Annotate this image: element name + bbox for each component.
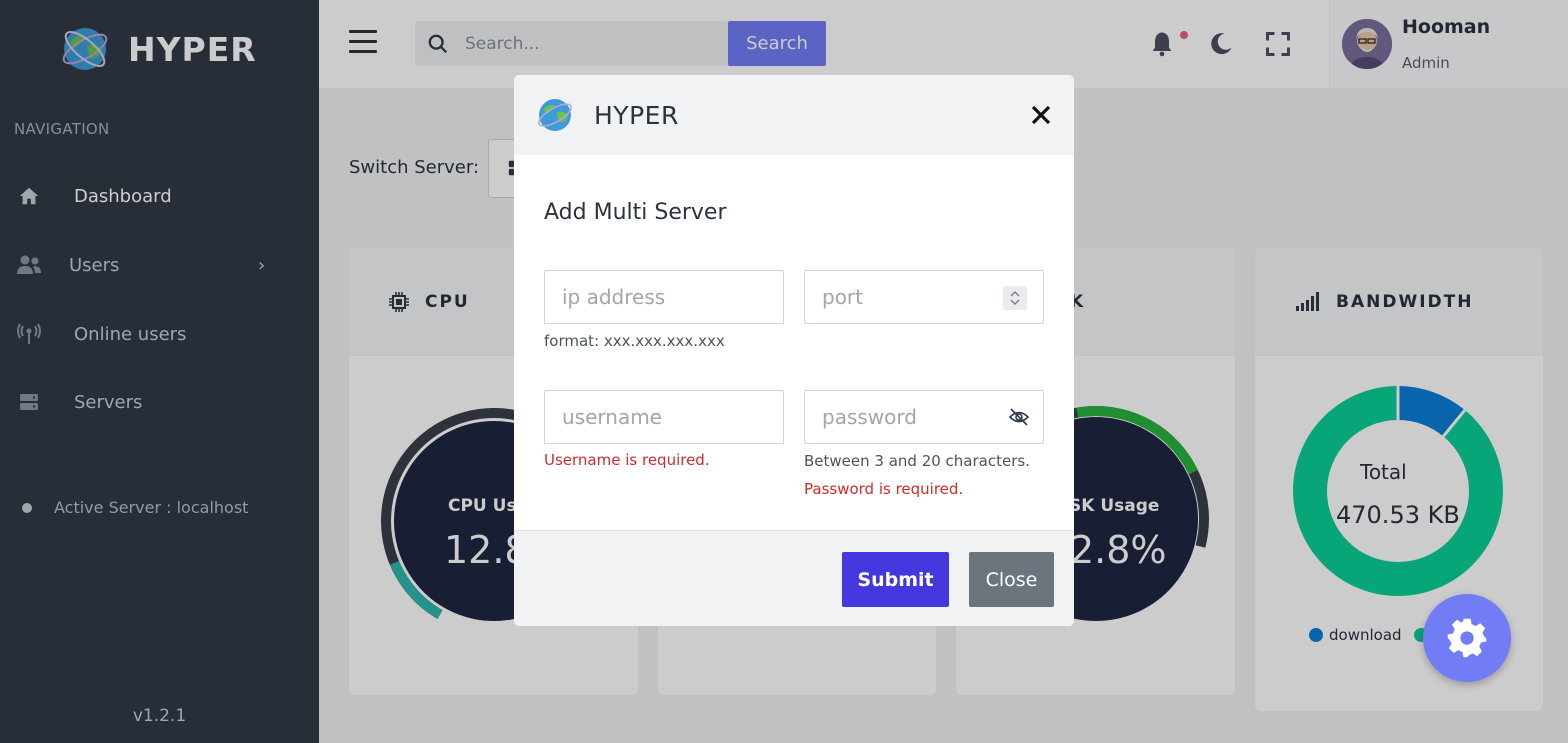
username-input[interactable] <box>562 403 762 431</box>
submit-button[interactable]: Submit <box>842 552 949 607</box>
ip-address-field[interactable] <box>544 270 784 324</box>
password-length-hint: Between 3 and 20 characters. <box>804 452 1030 470</box>
globe-logo-icon <box>538 99 572 131</box>
modal-header: HYPER <box>514 75 1074 155</box>
password-input[interactable] <box>822 403 997 431</box>
port-input[interactable] <box>822 283 992 311</box>
modal-heading: Add Multi Server <box>544 200 727 225</box>
eye-slash-icon[interactable] <box>1008 406 1030 428</box>
password-error: Password is required. <box>804 480 964 498</box>
settings-button[interactable] <box>1423 594 1511 682</box>
ip-format-hint: format: xxx.xxx.xxx.xxx <box>544 332 725 350</box>
stepper-arrows-icon <box>1010 290 1020 306</box>
close-icon[interactable] <box>1030 104 1052 126</box>
port-stepper[interactable] <box>1003 286 1027 310</box>
username-field[interactable] <box>544 390 784 444</box>
port-field[interactable] <box>804 270 1044 324</box>
modal-title: HYPER <box>594 101 679 130</box>
username-error: Username is required. <box>544 451 710 469</box>
add-server-modal: HYPER Add Multi Server format: xxx.xxx.x… <box>514 75 1074 626</box>
modal-footer: Submit Close <box>514 530 1074 626</box>
password-field[interactable] <box>804 390 1044 444</box>
gear-icon <box>1447 618 1487 658</box>
close-button[interactable]: Close <box>969 552 1054 607</box>
ip-address-input[interactable] <box>562 283 762 311</box>
